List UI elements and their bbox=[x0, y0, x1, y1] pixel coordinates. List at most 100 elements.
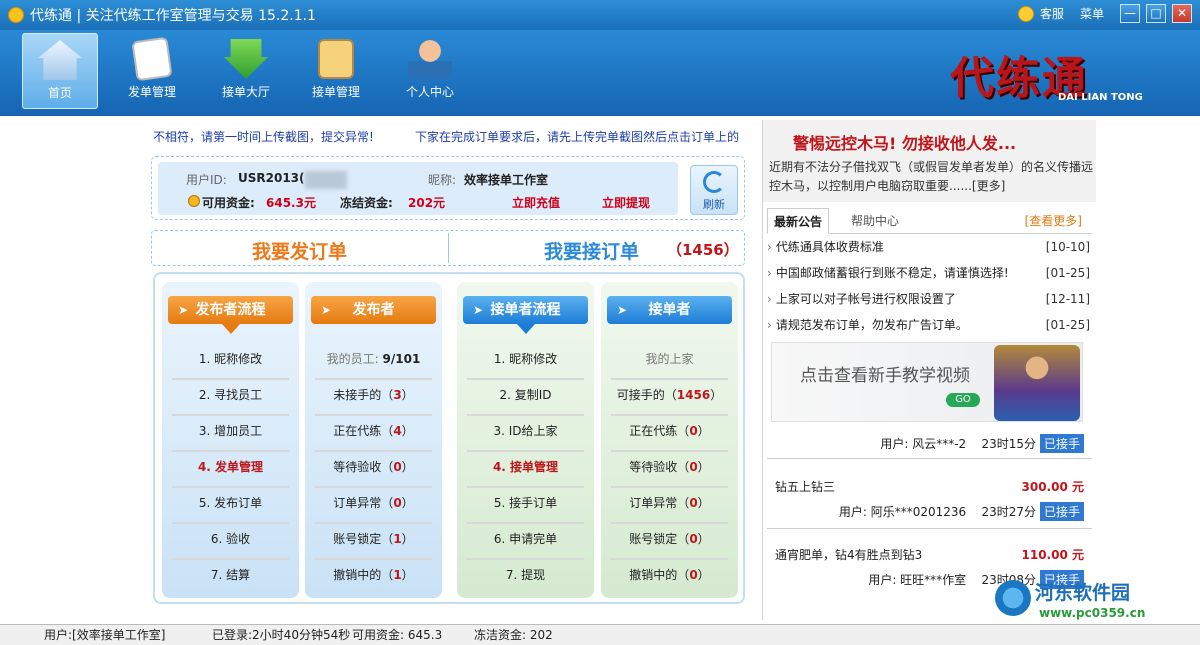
flow-step[interactable]: 6. 验收 bbox=[172, 524, 289, 560]
flow-step[interactable]: 7. 结算 bbox=[172, 560, 289, 596]
arrow-down-icon bbox=[222, 324, 240, 334]
flow-panel: ➤ 发布者流程 1. 昵称修改 2. 寻找员工 3. 增加员工 4. 发单管理 5… bbox=[153, 272, 745, 604]
user-id-label: 用户ID: bbox=[186, 173, 227, 187]
flow-step[interactable]: 7. 提现 bbox=[467, 560, 584, 596]
toolbar-home[interactable]: 首页 bbox=[22, 33, 98, 109]
logo-subtext: DAI LIAN TONG bbox=[1058, 92, 1143, 103]
status-item[interactable]: 撤销中的（0） bbox=[611, 560, 728, 596]
refresh-label: 刷新 bbox=[703, 198, 725, 211]
user-info: 用户ID: USR2013( 昵称: 效率接单工作室 可用资金: 645.3元 … bbox=[158, 162, 678, 215]
flow-step[interactable]: 2. 复制ID bbox=[467, 380, 584, 416]
status-logged-time: 已登录:2小时40分钟54秒 bbox=[212, 628, 351, 642]
available-funds-value: 645.3元 bbox=[266, 196, 316, 210]
tab-announcements[interactable]: 最新公告 bbox=[767, 208, 830, 234]
user-id-value: USR2013( bbox=[238, 171, 305, 185]
status-item[interactable]: 正在代练（4） bbox=[315, 416, 432, 452]
app-icon bbox=[8, 7, 24, 23]
warning-box: 警惕远控木马! 勿接收他人发... 近期有不法分子借找双飞（或假冒发单者发单）的… bbox=[763, 120, 1096, 202]
dashboard-panel: 不相符，请第一时间上传截图，提交异常! 下家在完成订单要求后，请先上传完单截图然… bbox=[103, 120, 760, 620]
news-item[interactable]: › 请规范发布订单，勿发布广告订单。 [01-25] bbox=[767, 312, 1092, 338]
flow-step[interactable]: 4. 接单管理 bbox=[467, 452, 584, 488]
status-bar: 用户:[效率接单工作室] 已登录:2小时40分钟54秒 可用资金: 645.3 … bbox=[0, 624, 1200, 645]
tab-help-center[interactable]: 帮助中心 bbox=[845, 208, 905, 234]
status-item[interactable]: 账号锁定（1） bbox=[315, 524, 432, 560]
flow-step[interactable]: 5. 发布订单 bbox=[172, 488, 289, 524]
coin-icon bbox=[188, 195, 200, 207]
smile-icon[interactable] bbox=[1017, 5, 1034, 22]
accept-order-count: （1456） bbox=[667, 241, 739, 259]
brand-logo: 代练通 DAI LIAN TONG bbox=[950, 40, 1160, 110]
status-item[interactable]: 等待验收（0） bbox=[611, 452, 728, 488]
news-item[interactable]: › 代练通具体收费标准 [10-10] bbox=[767, 234, 1092, 260]
flow-step[interactable]: 5. 接手订单 bbox=[467, 488, 584, 524]
frozen-funds-label: 冻结资金: bbox=[340, 196, 393, 210]
refresh-icon bbox=[703, 171, 725, 193]
arrow-down-icon bbox=[517, 324, 535, 334]
flow-step[interactable]: 2. 寻找员工 bbox=[172, 380, 289, 416]
status-item[interactable]: 正在代练（0） bbox=[611, 416, 728, 452]
document-icon bbox=[131, 36, 173, 82]
title-bar-controls: 客服 菜单 — □ ✕ bbox=[1017, 4, 1192, 23]
minimize-button[interactable]: — bbox=[1120, 4, 1140, 23]
notice-right: 下家在完成订单要求后，请先上传完单截图然后点击订单上的 bbox=[415, 130, 740, 144]
service-link[interactable]: 客服 bbox=[1040, 5, 1064, 22]
toolbar-publish-manage[interactable]: 发单管理 bbox=[114, 33, 190, 109]
withdraw-link[interactable]: 立即提现 bbox=[602, 194, 650, 211]
close-button[interactable]: ✕ bbox=[1172, 4, 1192, 23]
toolbar-order-hall[interactable]: 接单大厅 bbox=[208, 33, 284, 109]
user-info-box: 用户ID: USR2013( 昵称: 效率接单工作室 可用资金: 645.3元 … bbox=[151, 156, 745, 220]
recharge-link[interactable]: 立即充值 bbox=[512, 194, 560, 211]
status-item[interactable]: 撤销中的（1） bbox=[315, 560, 432, 596]
status-item[interactable]: 等待验收（0） bbox=[315, 452, 432, 488]
divider bbox=[448, 233, 449, 263]
flow-step[interactable]: 1. 昵称修改 bbox=[172, 344, 289, 380]
flow-step[interactable]: 6. 申请完单 bbox=[467, 524, 584, 560]
flow-step[interactable]: 3. ID给上家 bbox=[467, 416, 584, 452]
flow-step[interactable]: 1. 昵称修改 bbox=[467, 344, 584, 380]
toolbar-accept-manage[interactable]: 接单管理 bbox=[298, 33, 374, 109]
accepter-header: ➤ 接单者 bbox=[607, 296, 732, 324]
site-watermark: 河东软件园 www.pc0359.cn bbox=[995, 578, 1195, 624]
toolbar-label: 接单大厅 bbox=[221, 85, 270, 99]
tutorial-banner[interactable]: 点击查看新手教学视频 GO bbox=[771, 342, 1083, 422]
flow-step[interactable]: 4. 发单管理 bbox=[172, 452, 289, 488]
accept-order-button[interactable]: 我要接订单 bbox=[544, 237, 639, 264]
order-item[interactable]: 用户: 风云***-2 23时15分 已接手 bbox=[763, 428, 1096, 460]
status-item[interactable]: 订单异常（0） bbox=[611, 488, 728, 524]
accepter-flow-header: ➤ 接单者流程 bbox=[463, 296, 588, 324]
toolbar-label: 首页 bbox=[47, 86, 72, 100]
go-button[interactable]: GO bbox=[946, 393, 980, 407]
home-icon bbox=[38, 40, 82, 80]
status-item[interactable]: 可接手的（1456） bbox=[611, 380, 728, 416]
frozen-funds-value: 202元 bbox=[408, 196, 446, 210]
news-item[interactable]: › 上家可以对子帐号进行权限设置了 [12-11] bbox=[767, 286, 1092, 312]
publisher-column: ➤ 发布者 我的员工: 9/101 未接手的（3） 正在代练（4） 等待验收（0）… bbox=[305, 282, 442, 598]
warning-title[interactable]: 警惕远控木马! 勿接收他人发... bbox=[793, 130, 1016, 154]
notice-left: 不相符，请第一时间上传截图，提交异常! bbox=[153, 130, 374, 144]
watermark-logo bbox=[995, 580, 1031, 616]
watermark-url: www.pc0359.cn bbox=[1039, 606, 1146, 620]
warning-text: 近期有不法分子借找双飞（或假冒发单者发单）的名义传播远控木马，以控制用户电脑窃取… bbox=[769, 160, 1094, 193]
download-icon bbox=[224, 39, 268, 79]
window-title: 代练通 | 关注代练工作室管理与交易 15.2.1.1 bbox=[30, 8, 316, 24]
nickname-value: 效率接单工作室 bbox=[464, 173, 549, 187]
publisher-header: ➤ 发布者 bbox=[311, 296, 436, 324]
toolbar-label: 接单管理 bbox=[311, 85, 360, 99]
news-item[interactable]: › 中国邮政储蓄银行到账不稳定，请谨慎选择! [01-25] bbox=[767, 260, 1092, 286]
menu-link[interactable]: 菜单 bbox=[1080, 5, 1104, 22]
status-item[interactable]: 未接手的（3） bbox=[315, 380, 432, 416]
order-item[interactable]: 钻五上钻三 300.00 元 用户: 阿乐***0201236 23时27分 已接… bbox=[763, 470, 1096, 529]
status-item[interactable]: 订单异常（0） bbox=[315, 488, 432, 524]
upstream-link[interactable]: 我的上家 bbox=[611, 344, 728, 380]
publish-order-button[interactable]: 我要发订单 bbox=[252, 237, 347, 264]
hero-image bbox=[994, 345, 1080, 421]
maximize-button[interactable]: □ bbox=[1146, 4, 1166, 23]
status-item[interactable]: 账号锁定（0） bbox=[611, 524, 728, 560]
status-user: 用户:[效率接单工作室] bbox=[44, 628, 166, 642]
nickname-label: 昵称: bbox=[428, 173, 457, 187]
refresh-button[interactable]: 刷新 bbox=[690, 165, 738, 215]
action-bar: 我要发订单 我要接订单 （1456） bbox=[151, 230, 745, 266]
view-more-link[interactable]: [查看更多] bbox=[1019, 208, 1088, 234]
toolbar-personal-center[interactable]: 个人中心 bbox=[392, 33, 468, 109]
flow-step[interactable]: 3. 增加员工 bbox=[172, 416, 289, 452]
